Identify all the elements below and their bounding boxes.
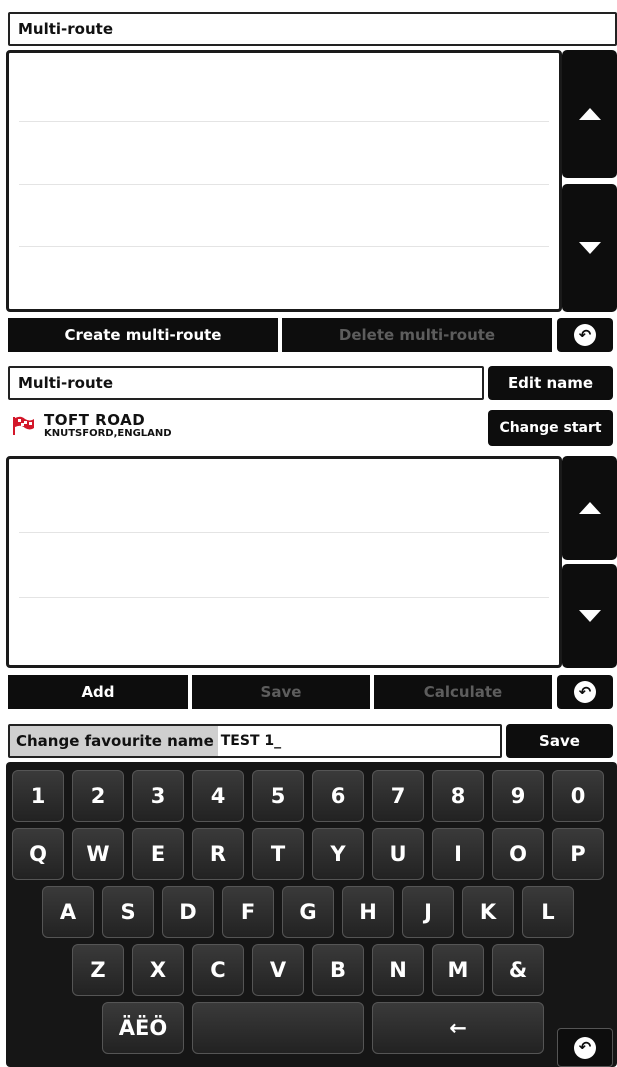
key-e[interactable]: E — [132, 828, 184, 880]
key-q[interactable]: Q — [12, 828, 64, 880]
key-j[interactable]: J — [402, 886, 454, 938]
edit-name-button[interactable]: Edit name — [488, 366, 613, 400]
start-town: KNUTSFORD,ENGLAND — [44, 428, 172, 439]
key-special-characters[interactable]: ÄËÖ — [102, 1002, 184, 1054]
key-5[interactable]: 5 — [252, 770, 304, 822]
key-ampersand[interactable]: & — [492, 944, 544, 996]
key-i[interactable]: I — [432, 828, 484, 880]
checkered-flag-icon — [13, 416, 34, 435]
panel3-back-button[interactable]: ↶ — [557, 1028, 613, 1067]
arrow-down-icon — [578, 610, 601, 622]
change-start-label: Change start — [499, 420, 602, 436]
key-m[interactable]: M — [432, 944, 484, 996]
delete-multi-route-label: Delete multi-route — [338, 326, 496, 344]
back-arrow-icon: ↶ — [574, 1036, 596, 1059]
key-g[interactable]: G — [282, 886, 334, 938]
key-c[interactable]: C — [192, 944, 244, 996]
key-1[interactable]: 1 — [12, 770, 64, 822]
panel1-title-bar: Multi-route — [8, 12, 617, 46]
panel1-title: Multi-route — [18, 20, 114, 38]
key-space[interactable] — [192, 1002, 364, 1054]
edit-name-label: Edit name — [507, 374, 594, 392]
key-a[interactable]: A — [42, 886, 94, 938]
key-u[interactable]: U — [372, 828, 424, 880]
key-v[interactable]: V — [252, 944, 304, 996]
back-arrow-icon: ↶ — [574, 324, 596, 346]
favourite-name-label: Change favourite name — [10, 726, 218, 756]
key-w[interactable]: W — [72, 828, 124, 880]
key-z[interactable]: Z — [72, 944, 124, 996]
favourite-name-value: TEST 1_ — [220, 733, 282, 749]
panel1-scroll-up-button[interactable] — [562, 50, 617, 178]
list-row-divider — [19, 532, 549, 533]
start-location: TOFT ROAD KNUTSFORD,ENGLAND — [12, 410, 432, 444]
panel1-scroll-down-button[interactable] — [562, 184, 617, 312]
key-4[interactable]: 4 — [192, 770, 244, 822]
key-d[interactable]: D — [162, 886, 214, 938]
list-row-divider — [19, 121, 549, 122]
list-row-divider — [19, 597, 549, 598]
key-y[interactable]: Y — [312, 828, 364, 880]
delete-multi-route-button[interactable]: Delete multi-route — [282, 318, 552, 352]
calculate-button[interactable]: Calculate — [374, 675, 552, 709]
create-multi-route-label: Create multi-route — [64, 326, 222, 344]
key-n[interactable]: N — [372, 944, 424, 996]
key-3[interactable]: 3 — [132, 770, 184, 822]
key-f[interactable]: F — [222, 886, 274, 938]
save-route-label: Save — [260, 683, 302, 701]
save-favourite-button[interactable]: Save — [506, 724, 613, 758]
add-label: Add — [81, 683, 115, 701]
panel2-scroll-down-button[interactable] — [562, 564, 617, 668]
key-s[interactable]: S — [102, 886, 154, 938]
panel2-scroll-up-button[interactable] — [562, 456, 617, 560]
favourite-name-field[interactable]: Change favourite name TEST 1_ — [8, 724, 502, 758]
add-button[interactable]: Add — [8, 675, 188, 709]
key-k[interactable]: K — [462, 886, 514, 938]
start-street: TOFT ROAD — [44, 411, 146, 429]
key-t[interactable]: T — [252, 828, 304, 880]
panel2-back-button[interactable]: ↶ — [557, 675, 613, 709]
key-0[interactable]: 0 — [552, 770, 604, 822]
key-p[interactable]: P — [552, 828, 604, 880]
save-route-button[interactable]: Save — [192, 675, 370, 709]
panel2-waypoint-list[interactable] — [6, 456, 562, 668]
back-arrow-icon: ↶ — [574, 681, 596, 703]
list-row-divider — [19, 246, 549, 247]
key-9[interactable]: 9 — [492, 770, 544, 822]
backspace-key[interactable]: ← — [372, 1002, 544, 1054]
key-l[interactable]: L — [522, 886, 574, 938]
save-favourite-label: Save — [539, 732, 580, 750]
panel2-title-bar: Multi-route — [8, 366, 484, 400]
key-7[interactable]: 7 — [372, 770, 424, 822]
panel1-route-list[interactable] — [6, 50, 562, 312]
key-r[interactable]: R — [192, 828, 244, 880]
panel2-title: Multi-route — [18, 374, 114, 392]
key-2[interactable]: 2 — [72, 770, 124, 822]
create-multi-route-button[interactable]: Create multi-route — [8, 318, 278, 352]
key-o[interactable]: O — [492, 828, 544, 880]
key-h[interactable]: H — [342, 886, 394, 938]
change-start-button[interactable]: Change start — [488, 410, 613, 446]
key-b[interactable]: B — [312, 944, 364, 996]
key-6[interactable]: 6 — [312, 770, 364, 822]
keyboard: 1 2 3 4 5 6 7 8 9 0 Q W E R T Y U I O P A S D F G H J K L Z X C V B N M & ÄËÖ… — [6, 762, 617, 1067]
key-x[interactable]: X — [132, 944, 184, 996]
panel1-back-button[interactable]: ↶ — [557, 318, 613, 352]
calculate-label: Calculate — [423, 683, 503, 701]
key-8[interactable]: 8 — [432, 770, 484, 822]
arrow-up-icon — [578, 108, 601, 120]
arrow-up-icon — [578, 502, 601, 514]
list-row-divider — [19, 184, 549, 185]
arrow-down-icon — [578, 242, 601, 254]
